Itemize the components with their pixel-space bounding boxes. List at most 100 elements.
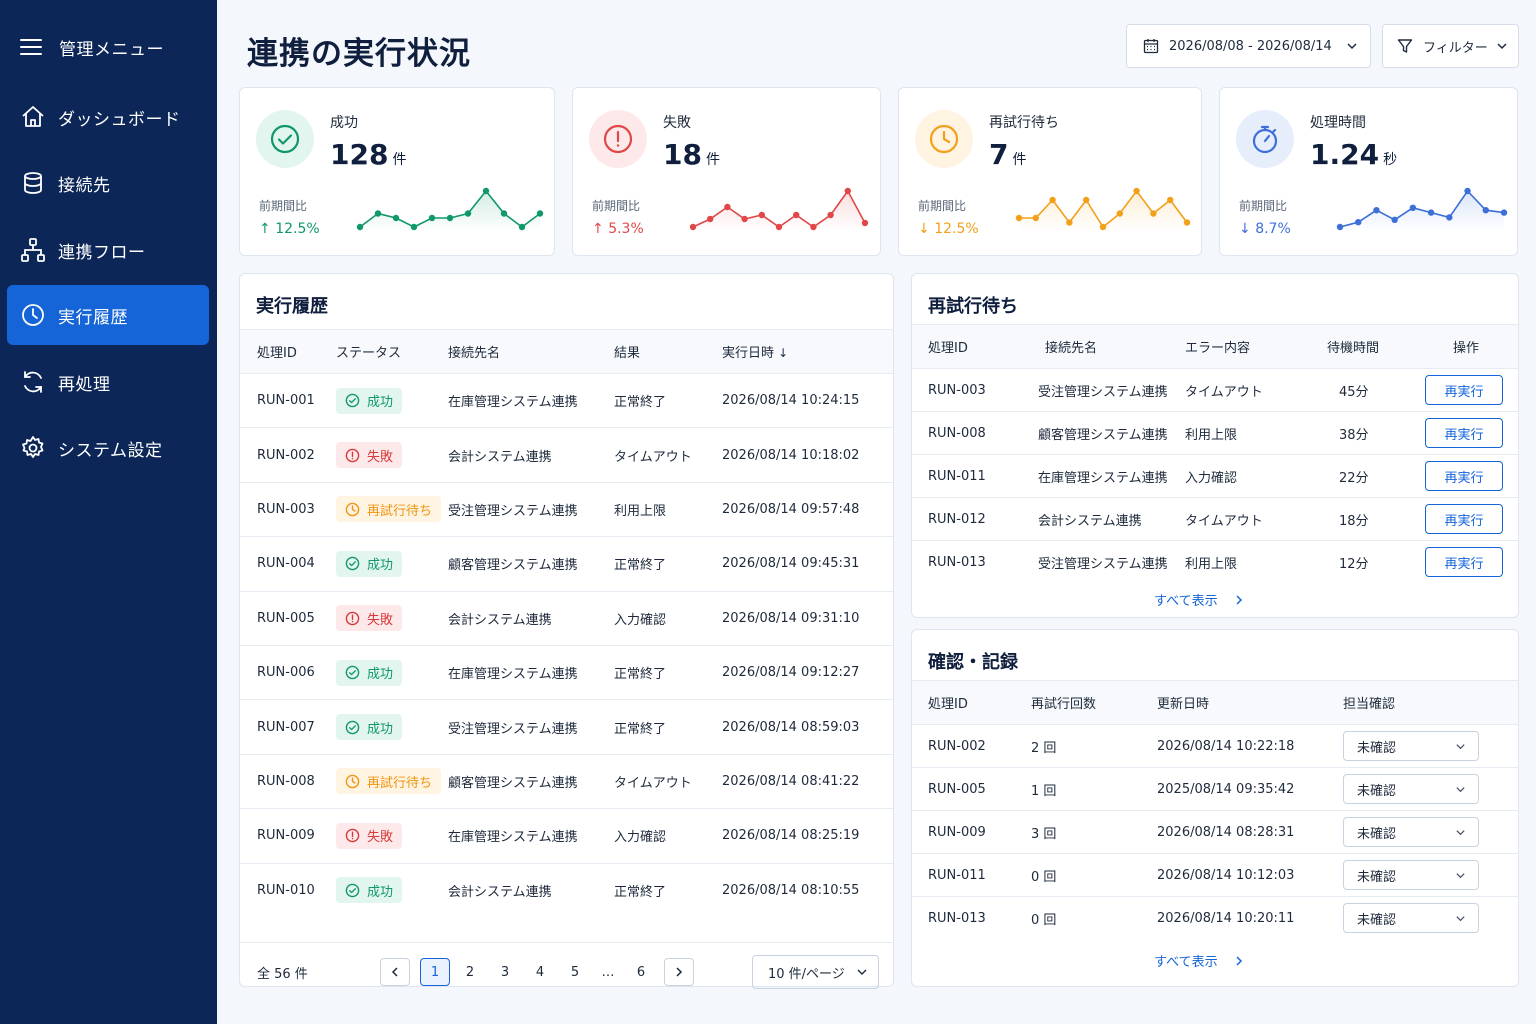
table-row[interactable]: RUN-010 成功 会計システム連携 正常終了 2026/08/14 08:10:55 (240, 862, 893, 918)
kpi-compare: ↑ 5.3% (592, 221, 644, 237)
table-row[interactable]: RUN-008 再試行待ち 顧客管理システム連携 タイムアウト 2026/08/14 0… (240, 753, 893, 809)
col-header: 処理ID (240, 329, 336, 374)
check-status-select[interactable]: 未確認 (1343, 774, 1479, 804)
cell-status: 再試行待ち (336, 753, 448, 809)
date-range-value: 2026/08/08 - 2026/08/14 (1169, 38, 1332, 54)
table-row: RUN-011 0 回 2026/08/14 10:12:03 未確認 (912, 853, 1518, 897)
confirm-table: 処理ID 再試行回数 更新日時 担当確認 RUN-002 2 回 2026/08/1… (912, 680, 1518, 940)
cell-target: 在庫管理システム連携 (448, 372, 614, 428)
cell-id: RUN-007 (240, 699, 336, 755)
table-row[interactable]: RUN-005 失敗 会計システム連携 入力確認 2026/08/14 09:31:10 (240, 590, 893, 646)
cell-wait: 12分 (1315, 540, 1403, 584)
cell-time: 2026/08/14 08:10:55 (722, 862, 893, 918)
page-button[interactable]: 5 (560, 958, 590, 986)
sparkline-point (1446, 214, 1453, 221)
sparkline-point (392, 214, 400, 222)
cell-count: 2 回 (1031, 724, 1157, 768)
cell-id: RUN-003 (912, 368, 1022, 412)
table-row[interactable]: RUN-004 成功 顧客管理システム連携 正常終了 2026/08/14 09:45:… (240, 536, 893, 592)
cell-result: 正常終了 (614, 699, 722, 755)
col-header: 更新日時 (1157, 680, 1343, 725)
table-row[interactable]: RUN-007 成功 受注管理システム連携 正常終了 2026/08/14 08:59:… (240, 699, 893, 755)
table-row: RUN-005 1 回 2025/08/14 09:35:42 未確認 (912, 767, 1518, 811)
sparkline (689, 187, 869, 232)
kpi-compare: ↓ 12.5% (918, 221, 979, 237)
kpi-card-success: 成功 128 件 前期間比 ↑ 12.5% (239, 87, 555, 256)
table-row[interactable]: RUN-003 再試行待ち 受注管理システム連携 利用上限 2026/08/14 09:… (240, 481, 893, 537)
sidebar-item-dashboard[interactable]: ダッシュボード (7, 87, 209, 147)
status-badge: 成功 (336, 714, 403, 741)
cell-status: 再試行待ち (336, 481, 448, 537)
sidebar-item-history[interactable]: 実行履歴 (7, 285, 209, 345)
cell-action: 再実行 (1403, 497, 1518, 541)
prev-page-button[interactable] (380, 958, 410, 986)
col-header: 接続先名 (448, 329, 614, 374)
table-row[interactable]: RUN-009 失敗 在庫管理システム連携 入力確認 2026/08/14 08:25:… (240, 808, 893, 864)
rerun-button[interactable]: 再実行 (1425, 547, 1503, 578)
page-button[interactable]: 2 (455, 958, 485, 986)
cell-status: 成功 (336, 862, 448, 918)
table-row[interactable]: RUN-001 成功 在庫管理システム連携 正常終了 2026/08/14 10:24:… (240, 372, 893, 428)
rerun-button[interactable]: 再実行 (1425, 375, 1503, 405)
sparkline (356, 187, 544, 232)
sidebar-item-connections[interactable]: 接続先 (7, 153, 209, 213)
check-status-select[interactable]: 未確認 (1343, 903, 1479, 934)
cell-time: 2026/08/14 08:41:22 (722, 753, 893, 809)
sidebar-item-flows[interactable]: 連携フロー (7, 220, 209, 280)
col-header: 処理ID (912, 680, 1031, 725)
confirm-show-all-link[interactable]: すべて表示 (1154, 951, 1244, 970)
cell-time: 2026/08/14 10:18:02 (722, 427, 893, 483)
sidebar-item-label: 接続先 (58, 175, 111, 196)
date-range-picker[interactable]: 2026/08/08 - 2026/08/14 (1126, 24, 1371, 68)
page-button[interactable]: 1 (420, 958, 450, 986)
cell-time: 2026/08/14 09:45:31 (722, 536, 893, 592)
cell-action: 再実行 (1403, 411, 1518, 455)
clock-icon (20, 302, 46, 328)
sparkline-point (410, 223, 418, 231)
rerun-button[interactable]: 再実行 (1425, 461, 1503, 491)
kpi-value: 128 件 (330, 138, 407, 171)
cell-id: RUN-009 (912, 810, 1031, 854)
page-button[interactable]: 4 (525, 958, 555, 986)
page-button[interactable]: 3 (490, 958, 520, 986)
sparkline-point (464, 210, 472, 217)
table-row[interactable]: RUN-002 失敗 会計システム連携 タイムアウト 2026/08/14 10:18:… (240, 427, 893, 483)
cell-target: 受注管理システム連携 (448, 481, 614, 537)
cell-result: 利用上限 (614, 481, 722, 537)
check-status-select[interactable]: 未確認 (1343, 860, 1479, 890)
sparkline-point (1116, 210, 1123, 217)
page-button[interactable]: 6 (626, 958, 656, 986)
cell-target: 会計システム連携 (448, 590, 614, 646)
next-page-button[interactable] (664, 958, 694, 986)
table-row[interactable]: RUN-006 成功 在庫管理システム連携 正常終了 2026/08/14 09:12:… (240, 644, 893, 700)
gear-icon (20, 435, 46, 461)
sidebar-item-reprocess[interactable]: 再処理 (7, 352, 209, 412)
cell-time: 2026/08/14 10:24:15 (722, 372, 893, 428)
sparkline-point (374, 210, 382, 217)
col-header-sortable[interactable]: 実行日時 ↓ (722, 329, 893, 374)
rerun-button[interactable]: 再実行 (1425, 418, 1503, 448)
calendar-icon (1143, 38, 1159, 54)
cell-status: 失敗 (336, 808, 448, 864)
cell-wait: 38分 (1315, 411, 1403, 455)
status-badge: 成功 (336, 387, 403, 414)
arrow-down-icon: ↓ (1239, 221, 1251, 237)
per-page-select[interactable]: 10 件/ページ (752, 955, 879, 989)
cell-target: 受注管理システム連携 (1022, 368, 1185, 412)
sparkline-point (1391, 216, 1398, 223)
retry-show-all-link[interactable]: すべて表示 (1154, 590, 1244, 609)
rerun-button[interactable]: 再実行 (1425, 504, 1503, 534)
status-text: 失敗 (367, 449, 394, 465)
col-header: 処理ID (912, 324, 1022, 369)
chevron-right-icon (1236, 594, 1242, 605)
menu-toggle[interactable]: 管理メニュー (20, 34, 164, 60)
check-circle-icon (256, 110, 314, 168)
hamburger-icon (20, 36, 42, 58)
check-status-select[interactable]: 未確認 (1343, 731, 1479, 761)
sparkline-point (446, 214, 454, 222)
sidebar-item-settings[interactable]: システム設定 (7, 418, 209, 478)
col-header: エラー内容 (1185, 324, 1315, 369)
filter-button[interactable]: フィルター (1382, 24, 1519, 68)
cell-check: 未確認 (1343, 767, 1518, 811)
check-status-select[interactable]: 未確認 (1343, 817, 1479, 847)
